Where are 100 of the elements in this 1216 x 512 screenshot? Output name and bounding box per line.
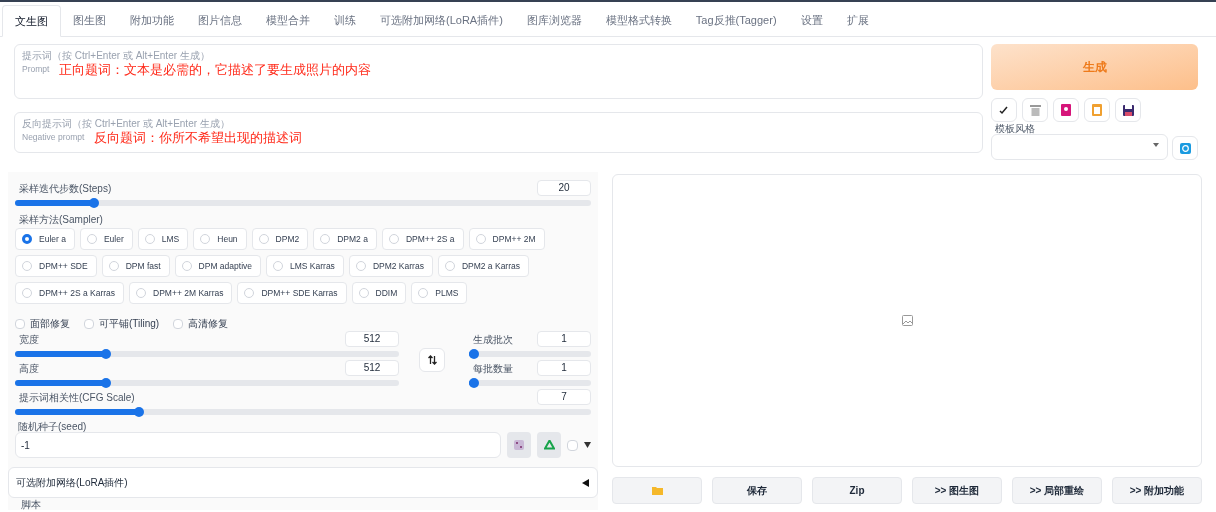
slider-thumb[interactable] <box>468 378 479 388</box>
checkbox[interactable] <box>15 318 25 329</box>
sampler-option[interactable]: Euler <box>79 228 133 250</box>
recycle-button[interactable] <box>537 432 561 458</box>
tab[interactable]: 模型格式转换 <box>593 4 684 36</box>
refresh-icon <box>1179 142 1191 154</box>
checkbox[interactable] <box>173 318 184 329</box>
save-button[interactable] <box>1115 98 1141 122</box>
style-dropdown[interactable] <box>991 134 1169 160</box>
swap-button[interactable] <box>419 347 445 372</box>
number-field[interactable]: 512 <box>345 331 400 347</box>
number-field[interactable]: 7 <box>537 389 591 405</box>
tab[interactable]: 图生图 <box>61 4 118 36</box>
output-button[interactable]: 保存 <box>712 477 802 504</box>
script-label: 脚本 <box>20 499 42 510</box>
sampler-option[interactable]: DPM++ 2M Karras <box>129 282 233 304</box>
slider-label: 每批数量 <box>472 362 513 376</box>
sampler-option[interactable]: PLMS <box>411 282 468 304</box>
annotation-text: 正向题词：文本是必需的，它描述了要生成照片的内容 <box>59 62 372 77</box>
caret-icon <box>1153 143 1160 147</box>
slider-label: 采样迭代步数(Steps) <box>19 182 112 196</box>
slider-thumb[interactable] <box>88 198 99 208</box>
sampler-option[interactable]: DPM++ SDE Karras <box>237 282 347 304</box>
tab[interactable]: 训练 <box>322 4 368 36</box>
slider-track[interactable] <box>15 200 591 206</box>
sampler-option[interactable]: DPM++ 2S a <box>381 228 464 250</box>
sampler-option[interactable]: DPM++ 2M <box>468 228 545 250</box>
tab[interactable]: 模型合并 <box>254 4 322 36</box>
tab[interactable]: Tag反推(Tagger) <box>683 4 789 36</box>
clipboard-button[interactable] <box>1084 98 1110 122</box>
slider-track[interactable] <box>468 380 591 386</box>
tab[interactable]: 文生图 <box>2 5 61 37</box>
field-label: 反向提示词（按 Ctrl+Enter 或 Alt+Enter 生成） <box>22 118 230 130</box>
sampler-option[interactable]: Heun <box>193 228 247 250</box>
tab[interactable]: 附加功能 <box>118 4 186 36</box>
number-field[interactable]: 1 <box>537 331 591 347</box>
checkbox[interactable] <box>567 439 578 451</box>
number-field[interactable]: 1 <box>537 360 591 376</box>
image-placeholder-icon <box>901 315 913 326</box>
option-label: DPM2 a Karras <box>460 259 521 273</box>
option-label: DPM adaptive <box>197 259 253 273</box>
check-icon-button[interactable] <box>991 98 1017 122</box>
tab[interactable]: 扩展 <box>834 4 881 36</box>
radio-button[interactable] <box>22 234 32 244</box>
trash-button[interactable] <box>1022 98 1048 122</box>
seed-field[interactable]: -1 <box>15 432 501 458</box>
sampler-option[interactable]: DPM2 Karras <box>348 255 433 277</box>
dice-icon <box>514 440 524 450</box>
slider-thumb[interactable] <box>133 407 144 417</box>
checkbox-label: 可平铺(Tiling) <box>99 317 160 331</box>
option-label: DPM2 a <box>336 232 369 246</box>
sampler-option[interactable]: LMS <box>137 228 189 250</box>
trash-icon <box>1029 104 1041 116</box>
tab[interactable]: 图片信息 <box>186 4 254 36</box>
slider-thumb[interactable] <box>101 349 112 359</box>
slider-thumb[interactable] <box>101 378 112 388</box>
card-button[interactable] <box>1053 98 1079 122</box>
sampler-option[interactable]: DPM++ 2S a Karras <box>15 282 125 304</box>
option-label: DPM++ SDE Karras <box>260 286 339 300</box>
clipboard-icon <box>1092 104 1102 116</box>
slider-label: 提示词相关性(CFG Scale) <box>19 391 135 405</box>
sampler-option[interactable]: DPM++ SDE <box>15 255 97 277</box>
sampler-option[interactable]: DPM2 a <box>313 228 377 250</box>
sampler-option[interactable]: LMS Karras <box>266 255 344 277</box>
lora-panel[interactable]: 可选附加网络(LoRA插件) <box>8 467 598 498</box>
checkbox-label: 高清修复 <box>188 317 229 331</box>
dropdown-arrow-icon[interactable] <box>584 442 591 448</box>
dice-button[interactable] <box>507 432 531 458</box>
sampler-option[interactable]: DDIM <box>351 282 407 304</box>
sampler-option[interactable]: DPM fast <box>101 255 170 277</box>
slider-track[interactable] <box>15 380 400 386</box>
seed-value: -1 <box>21 438 30 453</box>
folder-button[interactable] <box>612 477 702 504</box>
refresh-button[interactable] <box>1172 136 1198 160</box>
slider-track[interactable] <box>468 351 591 357</box>
number-field[interactable]: 512 <box>345 360 400 376</box>
slider-label: 宽度 <box>19 333 39 347</box>
sampler-option[interactable]: DPM2 a Karras <box>437 255 529 277</box>
prompt-field[interactable]: 反向提示词（按 Ctrl+Enter 或 Alt+Enter 生成） Negative prompt 反向题词：你所不希望出现的描述词 <box>14 112 983 153</box>
tab[interactable]: 图库浏览器 <box>514 4 594 36</box>
output-button[interactable]: >> 附加功能 <box>1112 477 1202 504</box>
number-field[interactable]: 20 <box>537 180 591 196</box>
slider-track[interactable] <box>15 409 591 415</box>
prompt-field[interactable]: 提示词（按 Ctrl+Enter 或 Alt+Enter 生成） Prompt 正向题词：文本是必需的，它描述了要生成照片的内容 <box>14 44 983 99</box>
sampler-option[interactable]: DPM2 <box>251 228 309 250</box>
sampler-option[interactable]: DPM adaptive <box>174 255 261 277</box>
field-label: 随机种子(seed) <box>18 421 87 432</box>
tab[interactable]: 可选附加网络(LoRA插件) <box>368 4 515 36</box>
output-button[interactable]: >> 局部重绘 <box>1012 477 1102 504</box>
slider-thumb[interactable] <box>468 349 479 359</box>
option-label: LMS <box>160 232 181 246</box>
option-label: DPM++ 2M Karras <box>152 286 225 300</box>
annotation-text: 反向题词：你所不希望出现的描述词 <box>94 130 303 145</box>
tab[interactable]: 设置 <box>788 4 835 36</box>
sampler-option[interactable]: Euler a <box>15 228 75 250</box>
option-label: DPM2 Karras <box>371 259 425 273</box>
output-button[interactable]: Zip <box>812 477 902 504</box>
slider-track[interactable] <box>15 351 400 357</box>
output-button[interactable]: >> 图生图 <box>912 477 1002 504</box>
checkbox[interactable] <box>84 318 94 329</box>
